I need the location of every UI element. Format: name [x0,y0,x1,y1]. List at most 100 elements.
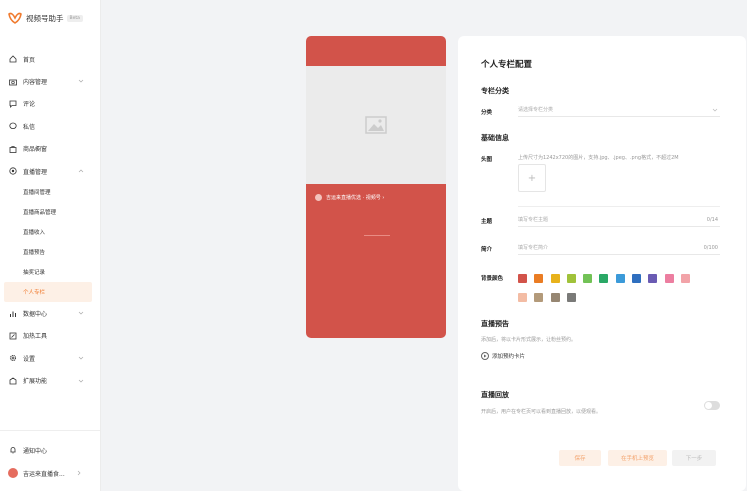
color-swatch[interactable] [534,273,544,283]
sidebar-subitem-lottery[interactable]: 抽奖记录 [0,262,101,282]
preview-on-phone-button[interactable]: 在手机上预览 [608,450,667,466]
add-notice-label: 添加预约卡片 [492,354,526,360]
sidebar-item-messages[interactable]: 私信 [0,115,101,137]
color-swatches [518,273,718,311]
sidebar-item-label: 扩展功能 [23,378,48,386]
chevron-up-icon [78,169,84,173]
sidebar-item-label: 直播管理 [23,168,48,176]
sidebar-item-label: 私信 [23,123,36,131]
column-preview: 吉运来直播优选 · 视频号 › [306,36,446,338]
sidebar-subitem-live-products[interactable]: 直播商品管理 [0,202,101,222]
avatar [8,468,18,478]
app-title: 视频号助手 [26,13,64,23]
sidebar-item-promo[interactable]: 加热工具 [0,325,101,347]
color-swatch[interactable] [648,273,658,283]
gear-icon [9,354,17,362]
play-circle-icon [481,352,489,360]
chevron-down-icon [712,108,718,112]
replay-section-title: 直播回放 [481,391,509,399]
notice-section-title: 直播预告 [481,320,509,328]
camera-icon [9,78,17,86]
image-placeholder-icon [365,116,387,134]
sidebar: 视频号助手 Beta 首页 内容管理 评论 私信 商品橱窗 直播管理 直播间管理… [0,0,101,491]
save-button[interactable]: 保存 [559,450,601,466]
extension-icon [9,377,17,385]
sidebar-subitem-live-income[interactable]: 直播收入 [0,222,101,242]
divider [518,206,720,207]
comment-icon [9,100,17,108]
sidebar-item-settings[interactable]: 设置 [0,347,101,369]
sidebar-item-label: 数据中心 [23,311,48,319]
cover-placeholder [306,66,446,184]
sidebar-item-products[interactable]: 商品橱窗 [0,138,101,160]
beta-badge: Beta [66,14,83,22]
sidebar-item-label: 设置 [23,355,36,363]
chevron-down-icon [78,312,84,315]
sidebar-item-extend[interactable]: 扩展功能 [0,370,101,392]
logo-icon [8,12,22,24]
sidebar-item-label: 首页 [23,56,36,64]
next-button[interactable]: 下一步 [672,450,716,466]
sidebar-item-label: 加热工具 [23,333,48,341]
shopping-bag-icon [9,145,17,153]
color-swatch[interactable] [518,273,527,283]
sidebar-subitem-live-room[interactable]: 直播间管理 [0,182,101,202]
intro-label: 简介 [481,247,493,253]
live-icon [9,167,17,175]
category-placeholder: 请选择专栏分类 [518,107,554,113]
category-select[interactable]: 请选择专栏分类 [518,103,720,117]
topic-placeholder: 填写专栏主题 [518,217,549,223]
color-swatch[interactable] [615,273,625,283]
chevron-down-icon [78,80,84,83]
color-swatch[interactable] [566,273,576,283]
bell-icon [9,446,17,454]
config-panel: 个人专栏配置 专栏分类 分类 请选择专栏分类 基础信息 头图 上传尺寸为1242… [458,36,746,491]
topic-label: 主题 [481,219,493,225]
color-swatch[interactable] [599,273,609,283]
avatar-label: 头图 [481,157,493,163]
sidebar-item-home[interactable]: 首页 [0,48,101,70]
color-swatch[interactable] [550,292,560,302]
color-swatch[interactable] [664,273,674,283]
chevron-right-icon [77,470,81,476]
user-name: 吉运来直播食... [23,470,65,478]
chevron-down-icon [78,379,84,383]
chat-bubble-icon [9,122,17,130]
topic-input[interactable]: 填写专栏主题 0/14 [518,213,720,227]
color-swatch[interactable] [583,273,593,283]
category-label: 分类 [481,110,493,116]
sidebar-nav: 首页 内容管理 评论 私信 商品橱窗 直播管理 直播间管理 直播商品管理 直播收… [0,48,101,392]
sidebar-item-comments[interactable]: 评论 [0,93,101,115]
replay-description: 开启后，用户在专栏页可以看到直播回放，以便观看。 [481,409,602,415]
sidebar-item-live[interactable]: 直播管理 [0,160,101,182]
sidebar-item-data[interactable]: 数据中心 [0,302,101,324]
brand[interactable]: 视频号助手 Beta [8,10,83,26]
sidebar-subitem-live-notice[interactable]: 直播预告 [0,242,101,262]
user-account[interactable]: 吉运来直播食... [0,462,100,484]
notification-center[interactable]: 通知中心 [0,440,100,460]
replay-toggle[interactable] [704,401,720,410]
preview-divider [364,235,390,236]
avatar-hint: 上传尺寸为1242x720的图片，支持.jpg、.jpeg、.png格式，不超过… [518,155,679,161]
color-swatch[interactable] [632,273,642,283]
color-swatch[interactable] [534,292,544,302]
preview-account-name: 吉运来直播优选 · 视频号 › [326,195,385,201]
intro-input[interactable]: 填写专栏简介 0/100 [518,241,720,255]
add-notice-card-button[interactable]: 添加预约卡片 [481,352,525,360]
edit-icon [9,332,17,340]
color-swatch[interactable] [550,273,560,283]
bg-color-label: 背景颜色 [481,276,504,282]
sidebar-item-label: 商品橱窗 [23,146,48,154]
intro-counter: 0/100 [703,245,718,251]
basic-section-title: 基础信息 [481,134,509,142]
chevron-down-icon [78,356,84,360]
topic-counter: 0/14 [706,217,718,223]
preview-account[interactable]: 吉运来直播优选 · 视频号 › [315,194,384,201]
preview-avatar [315,194,322,201]
color-swatch[interactable] [680,273,690,283]
sidebar-item-content[interactable]: 内容管理 [0,70,101,92]
color-swatch[interactable] [566,292,576,302]
color-swatch[interactable] [518,292,527,302]
sidebar-subitem-personal-column[interactable]: 个人专栏 [4,282,92,303]
upload-button[interactable]: + [518,164,546,192]
